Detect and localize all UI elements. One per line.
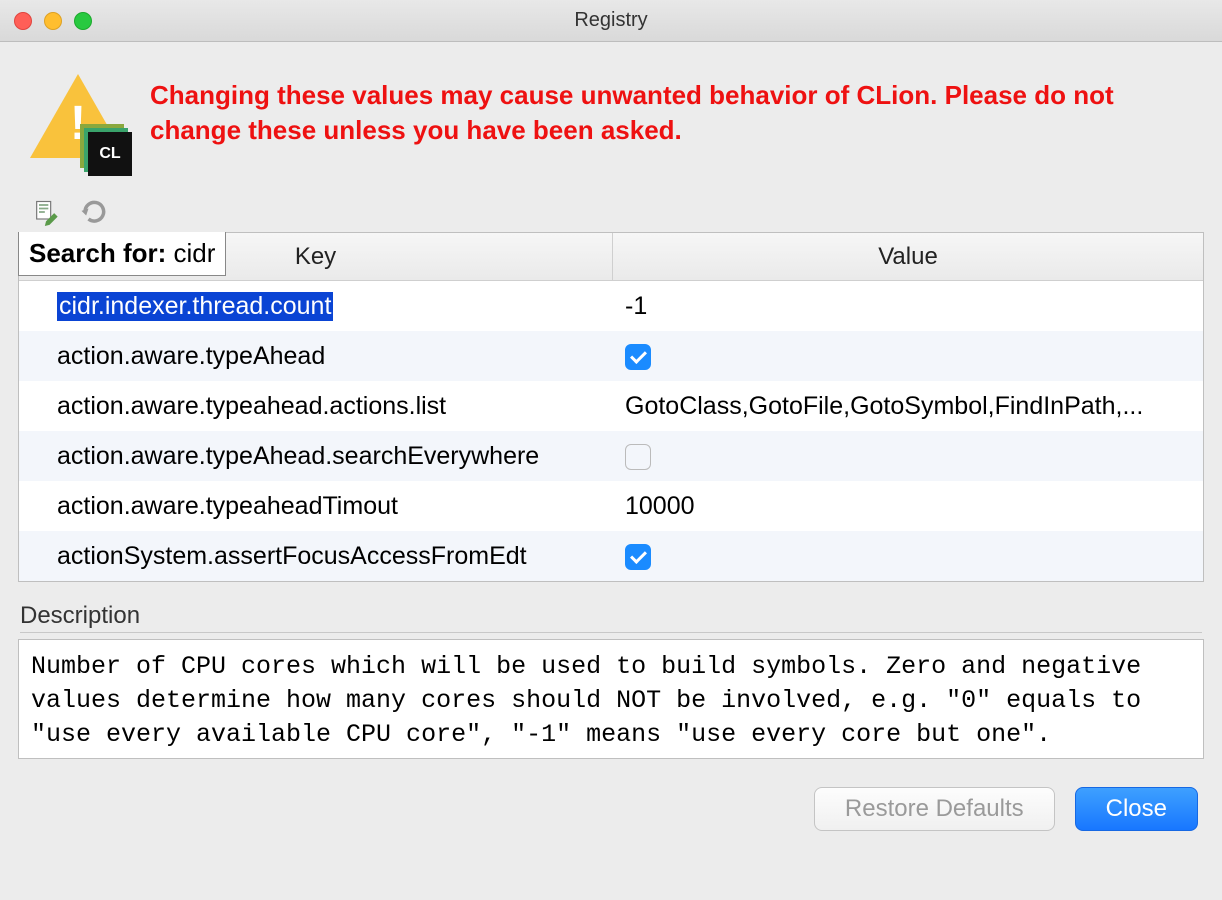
close-button[interactable]: Close [1075,787,1198,831]
table-row[interactable]: action.aware.typeAhead.searchEverywhere [19,431,1203,481]
description-text: Number of CPU cores which will be used t… [18,639,1204,759]
cell-value[interactable]: -1 [613,292,1203,321]
table-row[interactable]: action.aware.typeahead.actions.listGotoC… [19,381,1203,431]
warning-banner: CL Changing these values may cause unwan… [0,42,1222,198]
cell-value[interactable]: GotoClass,GotoFile,GotoSymbol,FindInPath… [613,392,1203,421]
cell-value[interactable]: 10000 [613,492,1203,521]
cell-key[interactable]: action.aware.typeAhead [19,342,613,371]
titlebar: Registry [0,0,1222,42]
revert-icon[interactable] [78,198,106,226]
cell-key[interactable]: actionSystem.assertFocusAccessFromEdt [19,542,613,571]
registry-table: Key Value cidr.indexer.thread.count-1act… [18,232,1204,582]
edit-source-icon[interactable] [32,198,60,226]
table-row[interactable]: actionSystem.assertFocusAccessFromEdt [19,531,1203,581]
description-label: Description [20,602,1202,633]
cell-value[interactable] [613,342,1203,371]
cell-key[interactable]: cidr.indexer.thread.count [19,292,613,321]
checkbox[interactable] [625,544,651,570]
cell-value[interactable] [613,442,1203,471]
table-row[interactable]: cidr.indexer.thread.count-1 [19,281,1203,331]
table-row[interactable]: action.aware.typeaheadTimout10000 [19,481,1203,531]
restore-defaults-button[interactable]: Restore Defaults [814,787,1055,831]
cell-key[interactable]: action.aware.typeahead.actions.list [19,392,613,421]
table-search-overlay[interactable]: Search for: cidr [18,232,226,276]
search-label: Search for: [29,238,166,268]
checkbox[interactable] [625,444,651,470]
cell-key[interactable]: action.aware.typeaheadTimout [19,492,613,521]
clion-badge-icon: CL [88,132,132,176]
table-row[interactable]: action.aware.typeAhead [19,331,1203,381]
column-header-value[interactable]: Value [613,233,1203,280]
cell-value[interactable] [613,542,1203,571]
search-value: cidr [174,238,216,268]
checkbox[interactable] [625,344,651,370]
cell-key[interactable]: action.aware.typeAhead.searchEverywhere [19,442,613,471]
window-title: Registry [0,9,1222,32]
warning-text: Changing these values may cause unwanted… [150,74,1194,148]
warning-icon: CL [30,74,134,178]
